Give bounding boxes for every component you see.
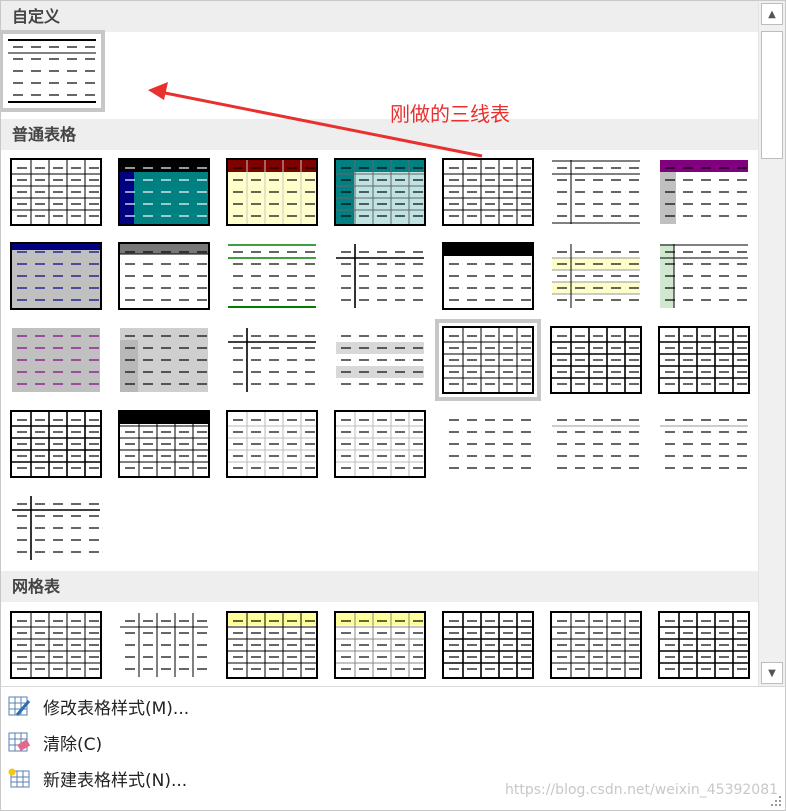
table-style-thumbnail[interactable] — [10, 158, 102, 226]
table-style-preview-icon — [660, 613, 748, 677]
modify-table-style-label: 修改表格样式(M)... — [43, 698, 190, 719]
table-style-thumbnail[interactable] — [226, 611, 318, 679]
table-style-thumbnail[interactable] — [550, 611, 642, 679]
scrollbar-thumb[interactable] — [761, 31, 783, 159]
table-style-preview-icon — [336, 613, 424, 677]
table-style-preview-icon — [444, 244, 532, 301]
table-style-preview-icon — [336, 412, 424, 476]
table-eraser-icon — [8, 732, 31, 752]
resize-grip-icon[interactable] — [767, 792, 783, 808]
table-style-thumbnail[interactable] — [658, 410, 750, 478]
table-style-preview-icon — [444, 160, 532, 224]
table-style-preview-icon — [12, 160, 100, 224]
table-style-thumbnail[interactable] — [442, 410, 534, 478]
section-header-grid-tables: 网格表 — [1, 571, 758, 602]
table-style-preview-icon — [660, 419, 748, 469]
table-style-preview-icon — [120, 412, 208, 476]
table-new-icon — [8, 768, 30, 788]
table-style-thumbnail[interactable] — [226, 158, 318, 226]
table-style-preview-icon — [228, 160, 316, 224]
table-style-preview-icon — [120, 244, 208, 301]
table-style-thumbnail[interactable] — [226, 326, 318, 394]
table-style-thumbnail[interactable] — [10, 242, 102, 310]
clear-label: 清除(C) — [43, 734, 103, 755]
table-style-thumbnail[interactable] — [334, 611, 426, 679]
table-style-preview-icon — [120, 328, 208, 392]
table-style-thumbnail[interactable] — [118, 410, 210, 478]
table-style-preview-icon — [336, 160, 424, 224]
table-style-preview-icon — [228, 244, 316, 308]
table-style-thumbnail[interactable] — [226, 410, 318, 478]
table-style-thumbnail[interactable] — [658, 158, 750, 226]
table-style-thumbnail[interactable] — [118, 326, 210, 394]
table-style-preview-icon — [660, 244, 748, 308]
table-style-preview-icon — [120, 160, 208, 224]
scroll-up-button[interactable]: ▲ — [761, 3, 783, 25]
table-style-preview-icon — [336, 244, 424, 308]
table-style-preview-icon — [228, 613, 316, 677]
table-style-preview-icon — [552, 244, 640, 308]
table-style-preview-icon — [660, 160, 748, 224]
table-style-preview-icon — [552, 328, 640, 392]
table-style-preview-icon — [336, 335, 424, 385]
table-style-thumbnail[interactable] — [550, 242, 642, 310]
table-style-thumbnail[interactable] — [550, 326, 642, 394]
section-header-custom: 自定义 — [1, 1, 758, 32]
table-style-thumbnail[interactable] — [226, 242, 318, 310]
table-style-thumbnail[interactable] — [118, 158, 210, 226]
table-style-thumbnail[interactable] — [10, 494, 102, 562]
table-style-preview-icon — [12, 496, 100, 560]
table-style-thumbnail[interactable] — [334, 158, 426, 226]
table-style-preview-icon — [12, 244, 100, 308]
table-style-thumbnail[interactable] — [658, 326, 750, 394]
table-style-gallery: 自定义 普通表格 网格表 — [0, 0, 758, 686]
vertical-scrollbar[interactable]: ▲ ▼ — [758, 0, 786, 686]
table-style-thumbnail[interactable] — [658, 242, 750, 310]
table-style-thumbnail[interactable] — [334, 242, 426, 310]
section-header-plain-tables: 普通表格 — [1, 119, 758, 150]
watermark: https://blog.csdn.net/weixin_45392081 — [505, 782, 779, 798]
table-style-preview-icon — [449, 419, 531, 469]
table-style-preview-icon — [8, 39, 96, 103]
table-style-preview-icon — [552, 160, 640, 224]
new-table-style-item[interactable]: 新建表格样式(N)... — [7, 763, 187, 793]
chevron-up-icon: ▲ — [768, 8, 776, 20]
new-table-style-label: 新建表格样式(N)... — [43, 770, 188, 791]
table-style-thumbnail[interactable] — [334, 326, 426, 394]
table-style-preview-icon — [228, 412, 316, 476]
table-style-preview-icon — [660, 328, 748, 392]
table-style-thumbnail[interactable] — [334, 410, 426, 478]
table-style-thumbnail[interactable] — [658, 611, 750, 679]
table-style-thumbnail[interactable] — [442, 242, 534, 310]
table-style-thumbnail[interactable] — [1, 30, 105, 112]
table-style-thumbnail[interactable] — [442, 611, 534, 679]
table-style-preview-icon — [120, 613, 208, 677]
table-style-thumbnail[interactable] — [10, 326, 102, 394]
table-edit-icon — [8, 696, 31, 716]
table-style-preview-icon — [12, 328, 100, 392]
scroll-down-button[interactable]: ▼ — [761, 662, 783, 684]
table-style-preview-icon — [552, 613, 640, 677]
table-style-preview-icon — [552, 419, 640, 469]
table-style-thumbnail[interactable] — [118, 242, 210, 310]
table-style-thumbnail[interactable] — [442, 158, 534, 226]
table-style-thumbnail[interactable] — [550, 410, 642, 478]
table-style-preview-icon — [444, 613, 532, 677]
clear-item[interactable]: 清除(C) — [7, 727, 102, 757]
chevron-down-icon: ▼ — [768, 667, 776, 679]
table-style-thumbnail[interactable] — [10, 410, 102, 478]
table-style-thumbnail[interactable] — [10, 611, 102, 679]
table-style-preview-icon — [12, 412, 100, 476]
table-style-thumbnail[interactable] — [550, 158, 642, 226]
annotation-label: 刚做的三线表 — [390, 102, 510, 126]
table-style-thumbnail[interactable] — [118, 611, 210, 679]
table-style-preview-icon — [12, 613, 100, 677]
table-style-thumbnail[interactable] — [435, 319, 541, 401]
table-style-preview-icon — [444, 328, 532, 392]
modify-table-style-item[interactable]: 修改表格样式(M)... — [7, 691, 189, 721]
table-style-preview-icon — [228, 328, 316, 392]
